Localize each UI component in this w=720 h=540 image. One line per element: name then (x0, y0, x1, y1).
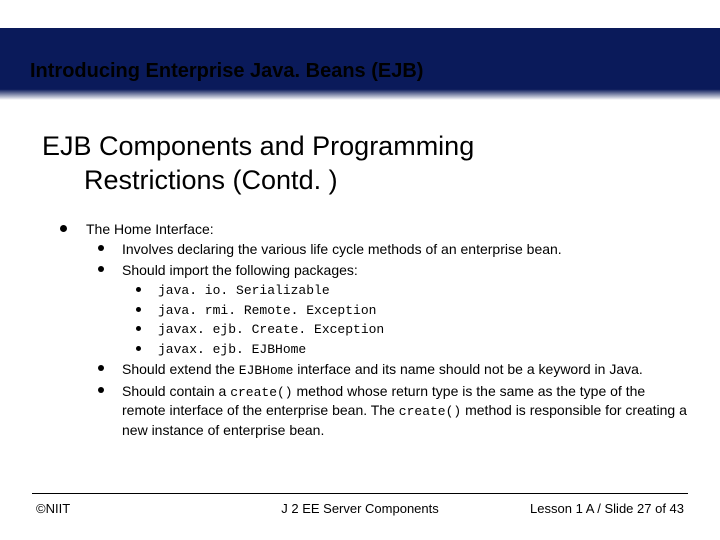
bullet-pkg-remoteexception: java. rmi. Remote. Exception (42, 302, 690, 320)
code-ejbhome: EJBHome (239, 363, 294, 378)
content-area: EJB Components and Programming Restricti… (42, 130, 690, 440)
text: Should extend the (122, 361, 239, 377)
footer: ©NIIT J 2 EE Server Components Lesson 1 … (0, 501, 720, 516)
text: Should contain a (122, 383, 230, 399)
footer-copyright: ©NIIT (36, 501, 70, 516)
bullet-pkg-serializable: java. io. Serializable (42, 282, 690, 300)
text: interface and its name should not be a k… (293, 361, 642, 377)
bullet-l1: The Home Interface: (42, 220, 690, 239)
bullet-pkg-createexception: javax. ejb. Create. Exception (42, 321, 690, 339)
code-create1: create() (230, 385, 292, 400)
bullet-l2-import: Should import the following packages: (42, 261, 690, 280)
bullet-l2-create: Should contain a create() method whose r… (42, 382, 690, 440)
bullet-l2-involves: Involves declaring the various life cycl… (42, 240, 690, 259)
bullet-l2-extend: Should extend the EJBHome interface and … (42, 360, 690, 380)
footer-slide-number: Lesson 1 A / Slide 27 of 43 (530, 501, 684, 516)
heading-line1: EJB Components and Programming (42, 131, 474, 161)
footer-rule (32, 493, 688, 494)
slide-title: Introducing Enterprise Java. Beans (EJB) (30, 60, 423, 83)
bullet-pkg-ejbhome: javax. ejb. EJBHome (42, 341, 690, 359)
code-create2: create() (399, 404, 461, 419)
heading-line2: Restrictions (Contd. ) (42, 164, 690, 198)
slide-heading: EJB Components and Programming Restricti… (42, 130, 690, 198)
